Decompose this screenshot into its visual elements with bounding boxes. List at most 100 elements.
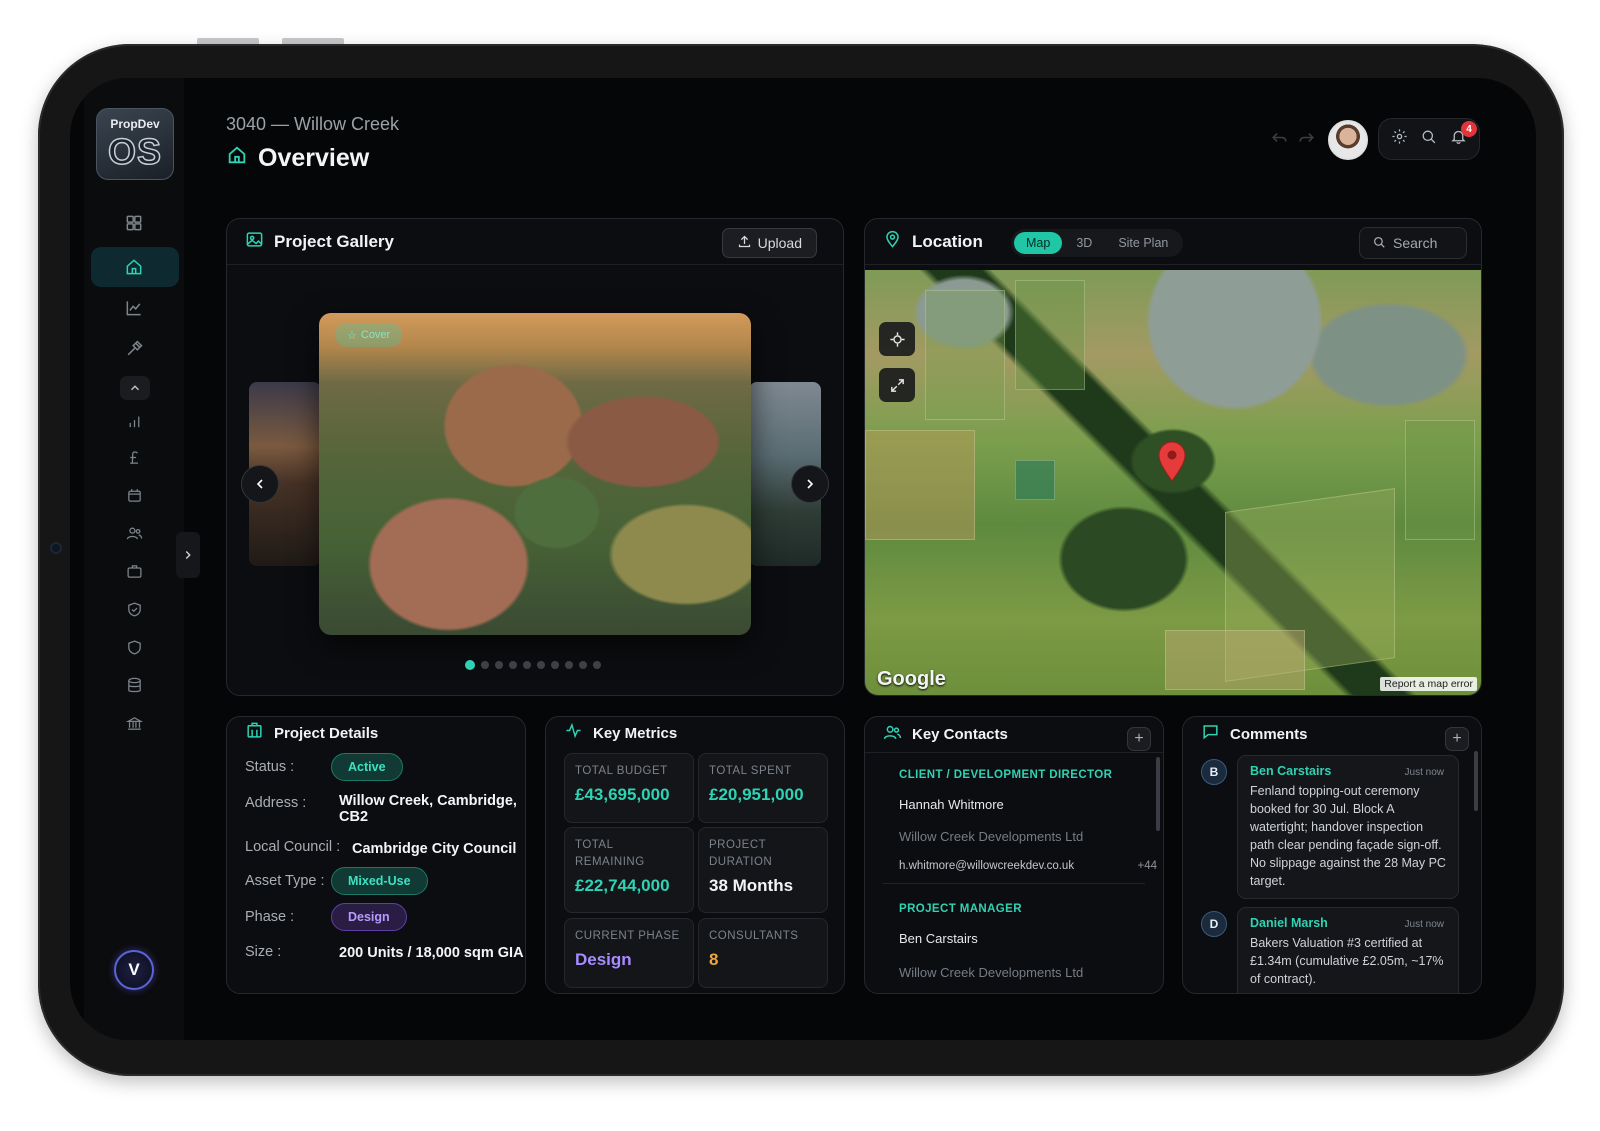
metric-value: £43,695,000 — [575, 785, 670, 804]
metric-label: TOTAL BUDGET — [575, 765, 668, 777]
nav-hammer-icon[interactable] — [119, 334, 149, 364]
gallery-dot[interactable] — [523, 661, 531, 669]
redo-icon[interactable] — [1297, 128, 1316, 152]
contact-email[interactable]: h.whitmore@willowcreekdev.co.uk — [899, 860, 1074, 872]
sidebar: PropDev OS V — [84, 78, 184, 1040]
contacts-header: Key Contacts — [865, 717, 1163, 753]
nav-shield-icon[interactable] — [119, 632, 149, 662]
metric-value: Design — [575, 950, 632, 969]
contact-name[interactable]: Ben Carstairs — [899, 931, 978, 946]
metric-value: 38 Months — [709, 876, 794, 895]
nav-home-icon[interactable] — [119, 252, 149, 282]
nav-bar-chart-icon[interactable] — [119, 406, 149, 436]
contact-divider — [883, 883, 1145, 884]
comment-card: Daniel Marsh Just now Bakers Valuation #… — [1237, 907, 1459, 993]
profile-photo[interactable] — [1328, 120, 1368, 160]
map-field — [865, 430, 975, 540]
gallery-title: Project Gallery — [274, 231, 395, 251]
contact-name[interactable]: Hannah Whitmore — [899, 797, 1004, 812]
expand-sidebar-button[interactable] — [176, 532, 200, 578]
tab-map[interactable]: Map — [1014, 232, 1063, 254]
nav-bank-icon[interactable] — [119, 708, 149, 738]
satellite-map[interactable]: Google Report a map error — [865, 270, 1481, 695]
users-icon — [883, 723, 902, 747]
metrics-title: Key Metrics — [593, 724, 678, 742]
metric-label: PROJECT DURATION — [709, 839, 773, 868]
nav-shield-check-icon[interactable] — [119, 594, 149, 624]
size-label: Size : — [245, 944, 282, 960]
expand-icon — [890, 378, 904, 392]
image-icon — [245, 230, 264, 254]
comment-avatar: B — [1201, 759, 1227, 785]
details-title: Project Details — [274, 724, 379, 742]
nav-calendar-icon[interactable] — [119, 480, 149, 510]
gallery-dot[interactable] — [593, 661, 601, 669]
nav-finance-pound-icon[interactable] — [119, 442, 149, 472]
gallery-prev-button[interactable] — [241, 465, 279, 503]
gallery-next-button[interactable] — [791, 465, 829, 503]
locate-me-button[interactable] — [879, 322, 915, 356]
upload-label: Upload — [757, 235, 802, 251]
asset-type-label: Asset Type : — [245, 873, 325, 889]
gallery-dot[interactable] — [565, 661, 573, 669]
tab-3d[interactable]: 3D — [1064, 232, 1104, 254]
contact-role: PROJECT MANAGER — [899, 903, 1022, 915]
project-details-panel: Project Details Status : Active Address … — [226, 716, 526, 994]
project-gallery-panel: Project Gallery Upload ☆ Cover — [226, 218, 844, 696]
gallery-dot[interactable] — [509, 661, 517, 669]
gallery-main-image[interactable]: ☆ Cover — [319, 313, 751, 635]
logo-os: OS — [107, 130, 162, 173]
building-icon — [245, 721, 264, 745]
nav-briefcase-icon[interactable] — [119, 556, 149, 586]
comment-text: Fenland topping-out ceremony booked for … — [1250, 784, 1446, 888]
nav-database-icon[interactable] — [119, 670, 149, 700]
star-icon: ☆ — [347, 329, 357, 342]
gallery-dot[interactable] — [465, 660, 475, 670]
gallery-dot[interactable] — [537, 661, 545, 669]
gallery-dot[interactable] — [481, 661, 489, 669]
app-logo[interactable]: PropDev OS — [96, 108, 174, 180]
nav-analytics-icon[interactable] — [119, 293, 149, 323]
contact-phone-prefix[interactable]: +44 — [1137, 860, 1157, 872]
report-map-error-link[interactable]: Report a map error — [1380, 677, 1477, 691]
map-field — [1165, 630, 1305, 690]
tab-site-plan[interactable]: Site Plan — [1106, 232, 1180, 254]
map-search-input[interactable]: Search — [1359, 227, 1467, 259]
council-label: Local Council : — [245, 839, 341, 855]
comments-scrollbar[interactable] — [1474, 751, 1478, 811]
breadcrumb[interactable]: 3040 — Willow Creek — [226, 114, 399, 135]
upload-button[interactable]: Upload — [721, 228, 817, 258]
metric-label: CONSULTANTS — [709, 930, 799, 942]
search-icon[interactable] — [1420, 128, 1437, 150]
add-comment-button[interactable]: + — [1445, 727, 1469, 751]
phase-badge: Design — [331, 903, 407, 931]
metric-label: TOTAL SPENT — [709, 765, 792, 777]
undo-icon[interactable] — [1270, 128, 1289, 152]
settings-gear-icon[interactable] — [1391, 128, 1408, 150]
contacts-scrollbar[interactable] — [1156, 757, 1160, 831]
location-title: Location — [912, 231, 983, 251]
fullscreen-button[interactable] — [879, 368, 915, 402]
chat-bubble-icon — [1201, 722, 1220, 746]
gallery-dot[interactable] — [551, 661, 559, 669]
user-avatar[interactable]: V — [114, 950, 154, 990]
status-badge: Active — [331, 753, 403, 781]
map-marker-icon[interactable] — [1157, 442, 1187, 482]
google-logo: Google — [877, 668, 946, 690]
gallery-dot[interactable] — [579, 661, 587, 669]
undo-redo-group — [1270, 128, 1316, 152]
collapse-group-button[interactable] — [120, 376, 150, 400]
add-contact-button[interactable]: + — [1127, 727, 1151, 751]
gallery-dot[interactable] — [495, 661, 503, 669]
nav-grid-icon[interactable] — [119, 208, 149, 238]
contact-org: Willow Creek Developments Ltd — [899, 965, 1084, 980]
cover-label: Cover — [360, 329, 391, 341]
details-header: Project Details — [227, 717, 525, 749]
chevron-left-icon — [256, 479, 263, 489]
metric-label: CURRENT PHASE — [575, 930, 680, 942]
location-panel: Location Map 3D Site Plan Search Google … — [864, 218, 1482, 696]
nav-users-icon[interactable] — [119, 518, 149, 548]
metric-total-budget: TOTAL BUDGET £43,695,000 — [564, 753, 694, 823]
metric-consultants: CONSULTANTS 8 — [698, 918, 828, 988]
crosshair-icon — [889, 331, 905, 347]
